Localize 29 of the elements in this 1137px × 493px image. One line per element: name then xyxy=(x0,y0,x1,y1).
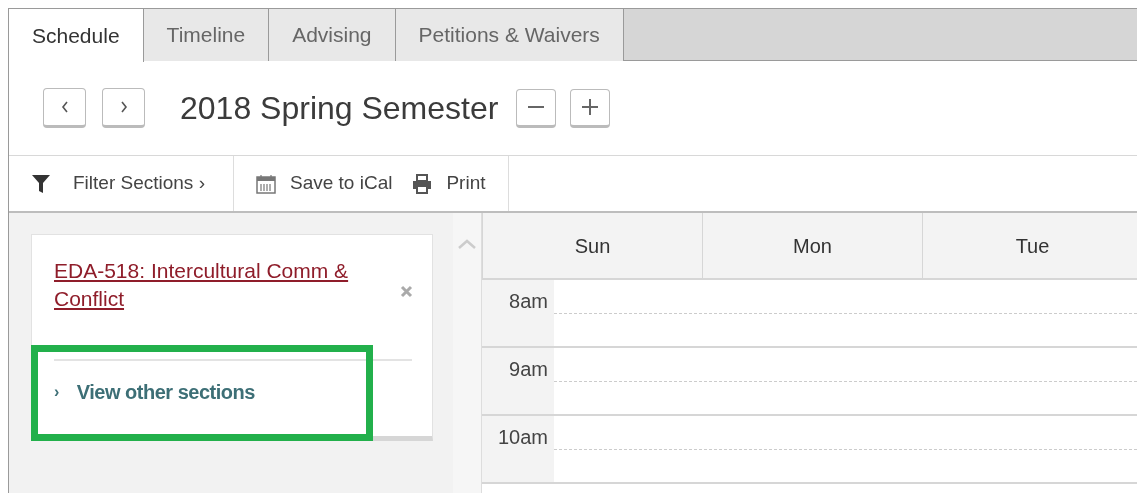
close-icon[interactable] xyxy=(400,285,413,298)
hour-label: 8am xyxy=(482,280,554,346)
chevron-left-icon xyxy=(59,100,70,114)
chevron-right-icon xyxy=(118,100,129,114)
tab[interactable]: Petitions & Waivers xyxy=(395,9,624,61)
scroll-up-icon[interactable] xyxy=(458,239,476,249)
filter-icon xyxy=(31,172,51,195)
hour-label: 10am xyxy=(482,416,554,482)
course-link[interactable]: EDA-518: Intercultural Comm & Conflict xyxy=(54,257,399,313)
plus-icon xyxy=(582,99,599,115)
tab[interactable]: Advising xyxy=(269,9,396,61)
day-header: Sun xyxy=(483,213,703,278)
hour-label: 9am xyxy=(482,348,554,414)
semester-title: 2018 Spring Semester xyxy=(180,89,499,128)
previous-button[interactable] xyxy=(43,88,86,128)
save-to-ical-button[interactable]: Save to iCal xyxy=(256,169,393,198)
collapse-button[interactable] xyxy=(516,88,557,128)
tab[interactable]: Timeline xyxy=(143,9,270,61)
printer-icon xyxy=(412,173,433,194)
day-header: Mon xyxy=(703,213,923,278)
day-header: Tue xyxy=(923,213,1137,278)
tab[interactable]: Schedule xyxy=(9,9,144,62)
filter-sections-button[interactable]: Filter Sections › xyxy=(31,169,205,198)
next-button[interactable] xyxy=(102,88,145,128)
calendar-icon xyxy=(256,173,276,194)
view-sections-link[interactable]: › View other sections xyxy=(54,377,255,407)
minus-icon xyxy=(528,105,545,109)
expand-button[interactable] xyxy=(570,88,611,128)
print-button[interactable]: Print xyxy=(412,169,486,198)
